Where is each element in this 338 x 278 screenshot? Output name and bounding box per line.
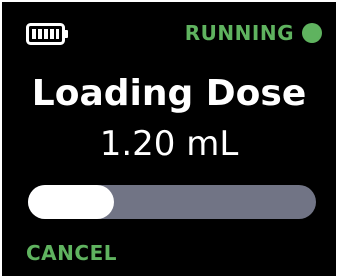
dose-volume: 1.20 mL: [99, 124, 239, 164]
progress-bar: [28, 185, 316, 219]
status-dot-icon: [302, 23, 322, 43]
pump-screen: RUNNING Loading Dose 1.20 mL CANCEL: [2, 2, 336, 276]
status-indicator: RUNNING: [185, 18, 322, 48]
status-label: RUNNING: [184, 21, 294, 45]
cancel-button[interactable]: CANCEL: [26, 242, 117, 264]
pointer-notch: [247, 2, 273, 16]
battery-icon: [26, 23, 68, 45]
dose-title: Loading Dose: [31, 73, 307, 114]
progress-fill: [28, 185, 115, 219]
